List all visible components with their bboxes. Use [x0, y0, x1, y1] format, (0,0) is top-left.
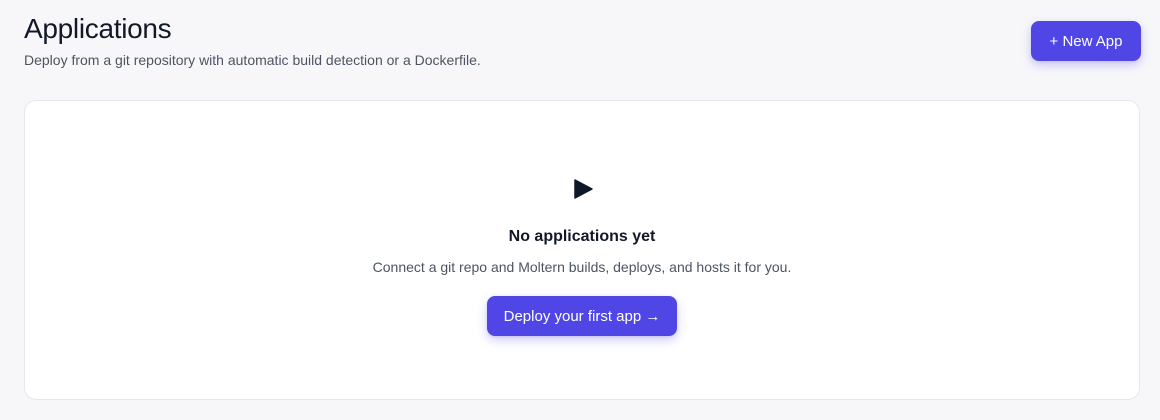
- empty-state-title: No applications yet: [508, 228, 656, 245]
- play-icon: [571, 177, 595, 201]
- new-app-button[interactable]: + New App: [1031, 21, 1141, 61]
- deploy-first-app-button[interactable]: Deploy your first app →: [487, 296, 677, 336]
- page-subtitle: Deploy from a git repository with automa…: [24, 52, 481, 68]
- empty-state-description: Connect a git repo and Moltern builds, d…: [372, 259, 792, 275]
- page-title: Applications: [24, 13, 172, 44]
- empty-state-card: No applications yet Connect a git repo a…: [24, 100, 1140, 400]
- page-header: Applications Deploy from a git repositor…: [24, 12, 481, 69]
